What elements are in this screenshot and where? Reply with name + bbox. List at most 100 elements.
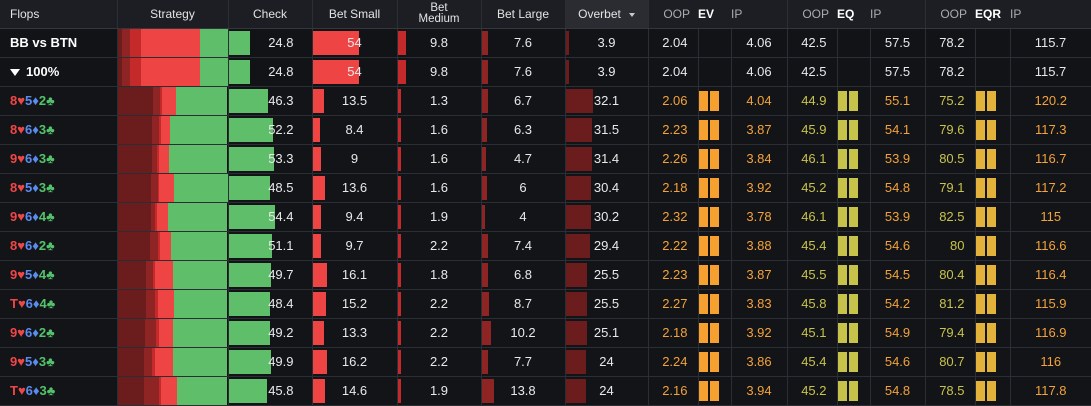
eqr-ip-value: 116.7 <box>1034 151 1067 166</box>
table-row[interactable]: 8♥6♦2♣ 51.1 9.7 2.2 7.4 29.4 2.22 3.88 45.4 54.6 8… <box>0 231 1091 260</box>
col-eqr-ip[interactable]: IP <box>1010 0 1091 29</box>
cell-check: 49.7 <box>228 260 313 289</box>
col-flops[interactable]: Flops <box>0 0 118 29</box>
check-value: 24.8 <box>268 35 294 50</box>
cell-bet-large: 13.8 <box>481 376 566 405</box>
flop-cards: 9♥5♦3♣ <box>0 347 118 376</box>
col-bet-medium[interactable]: Bet Medium <box>397 0 482 29</box>
card-rank: T <box>10 296 18 311</box>
check-value: 48.5 <box>268 180 294 195</box>
eqr-oop-square <box>975 322 985 343</box>
strategy-segment-check <box>170 115 227 144</box>
cell-bet-small: 13.5 <box>312 86 398 115</box>
bet-large-value: 7.6 <box>513 64 533 79</box>
cell-bet-small: 16.1 <box>312 260 398 289</box>
summary-row[interactable]: 100% 24.8 54 9.8 7.6 3.9 2.04 4.06 42.5 57.5 78.2 1… <box>0 57 1091 86</box>
eq-ip-square <box>848 119 858 140</box>
bet-small-value: 9.7 <box>345 238 364 253</box>
check-value: 52.2 <box>268 122 294 137</box>
col-ev-label[interactable]: EV <box>698 0 731 29</box>
bet-medium-value: 1.9 <box>429 209 449 224</box>
ev-bars <box>698 202 732 231</box>
table-row[interactable]: 9♥6♦4♣ 54.4 9.4 1.9 4 30.2 2.32 3.78 46.1 53.9 82.… <box>0 202 1091 231</box>
col-eqr-label[interactable]: EQR <box>975 0 1010 29</box>
filter-icon <box>10 69 20 77</box>
col-eqr-oop[interactable]: OOP <box>925 0 975 29</box>
ev-oop-value: 2.26 <box>648 144 699 173</box>
bet-small-value: 13.3 <box>341 325 368 340</box>
strategy-segment-check <box>167 202 227 231</box>
table-row[interactable]: 9♥5♦3♣ 49.9 16.2 2.2 7.7 24 2.24 3.86 45.4 54.6 80… <box>0 347 1091 376</box>
cell-bet-medium: 1.9 <box>397 376 482 405</box>
table-row[interactable]: 9♥6♦3♣ 53.3 9 1.6 4.7 31.4 2.26 3.84 46.1 53.9 80.… <box>0 144 1091 173</box>
strategy-segment-bet-medium <box>130 57 141 86</box>
eqr-ip-value: 116.4 <box>1034 267 1067 282</box>
cell-overbet: 3.9 <box>565 28 649 57</box>
eq-ip-value: 53.9 <box>870 144 926 173</box>
ev-bars <box>698 376 732 405</box>
col-ev-ip[interactable]: IP <box>731 0 788 29</box>
table-row[interactable]: 9♥5♦4♣ 49.7 16.1 1.8 6.8 25.5 2.23 3.87 45.5 54.5… <box>0 260 1091 289</box>
eq-ip-square <box>848 177 858 198</box>
col-check[interactable]: Check <box>228 0 313 29</box>
ev-oop-value: 2.18 <box>648 318 699 347</box>
check-value: 53.3 <box>268 151 294 166</box>
cell-bet-small: 14.6 <box>312 376 398 405</box>
col-eq-oop[interactable]: OOP <box>787 0 837 29</box>
strategy-segment-bet-large <box>143 347 153 376</box>
eqr-oop-value: 79.6 <box>925 115 976 144</box>
strategy-segment-check <box>200 28 227 57</box>
eq-oop-value: 45.2 <box>787 376 838 405</box>
eq-oop-square <box>837 380 847 401</box>
col-strategy[interactable]: Strategy <box>117 0 229 29</box>
table-row[interactable]: 9♥6♦2♣ 49.2 13.3 2.2 10.2 25.1 2.18 3.92 45.1 54.… <box>0 318 1091 347</box>
table-row[interactable]: T♥6♦3♣ 45.8 14.6 1.9 13.8 24 2.16 3.94 45.2 54.8 7… <box>0 376 1091 405</box>
summary-row[interactable]: BB vs BTN 24.8 54 9.8 7.6 3.9 2.04 4.06 42.5 57.5… <box>0 28 1091 57</box>
eqr-ip-square <box>986 177 996 198</box>
eq-ip-square <box>848 351 858 372</box>
ev-ip-square <box>709 235 719 256</box>
ev-ip-square <box>709 177 719 198</box>
cell-check: 49.9 <box>228 347 313 376</box>
col-overbet-sorted[interactable]: Overbet <box>565 0 649 29</box>
table-row[interactable]: 8♥6♦3♣ 52.2 8.4 1.6 6.3 31.5 2.23 3.87 45.9 54.1 7… <box>0 115 1091 144</box>
eq-bars <box>837 57 871 86</box>
card-rank: 4 <box>39 296 47 311</box>
eq-ip-square <box>848 380 858 401</box>
ev-oop-value: 2.27 <box>648 289 699 318</box>
flop-cards: 9♥5♦4♣ <box>0 260 118 289</box>
card-suit-icon: ♥ <box>17 180 25 195</box>
table-row[interactable]: T♥6♦4♣ 48.4 15.2 2.2 8.7 25.5 2.27 3.83 45.8 54.2… <box>0 289 1091 318</box>
eqr-ip-square <box>986 351 996 372</box>
strategy-segment-bet-small <box>154 347 173 376</box>
col-bet-small[interactable]: Bet Small <box>312 0 398 29</box>
eqr-oop-square <box>975 206 985 227</box>
cell-overbet: 31.4 <box>565 144 649 173</box>
strategy-segment-bet-small <box>160 231 172 260</box>
table-row[interactable]: 8♥5♦3♣ 48.5 13.6 1.6 6 30.4 2.18 3.92 45.2 54.8 79… <box>0 173 1091 202</box>
eq-ip-square <box>848 235 858 256</box>
card-rank: 3 <box>39 383 47 398</box>
strategy-segment-overbet <box>117 173 151 202</box>
col-bet-large[interactable]: Bet Large <box>481 0 566 29</box>
col-eq-ip[interactable]: IP <box>870 0 926 29</box>
ev-oop-value: 2.04 <box>648 57 699 86</box>
strategy-segment-overbet <box>117 202 151 231</box>
cell-overbet: 24 <box>565 376 649 405</box>
card-suit-icon: ♥ <box>17 267 25 282</box>
ev-ip-value: 3.87 <box>731 115 788 144</box>
overbet-value: 3.9 <box>597 35 616 50</box>
bet-large-value: 8.7 <box>513 296 533 311</box>
strategy-bar <box>117 347 229 376</box>
col-eq-label[interactable]: EQ <box>837 0 870 29</box>
col-ev-oop[interactable]: OOP <box>648 0 698 29</box>
overbet-value: 25.5 <box>593 267 620 282</box>
eq-oop-value: 45.8 <box>787 289 838 318</box>
ev-oop-square <box>698 119 708 140</box>
card-suit-icon: ♦ <box>32 267 39 282</box>
strategy-segment-overbet <box>117 231 150 260</box>
card-suit-icon: ♦ <box>32 93 39 108</box>
bet-large-value: 7.7 <box>513 354 533 369</box>
ev-oop-value: 2.23 <box>648 260 699 289</box>
table-row[interactable]: 8♥5♦2♣ 46.3 13.5 1.3 6.7 32.1 2.06 4.04 44.9 55.1… <box>0 86 1091 115</box>
